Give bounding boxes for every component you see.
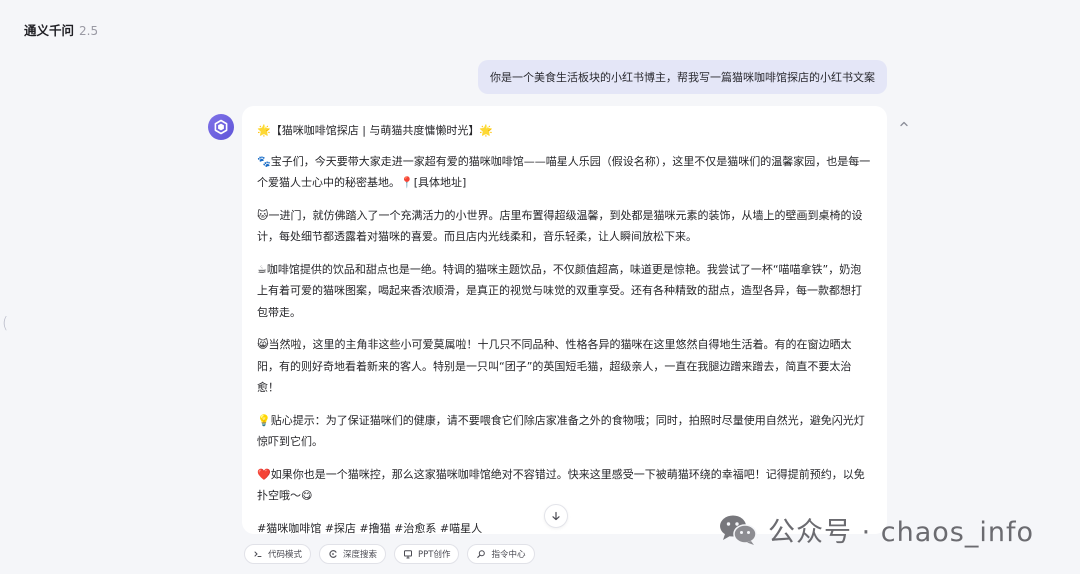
chip-label: 代码模式 [268, 550, 303, 560]
sidebar-handle[interactable]: ( [2, 313, 8, 332]
answer-paragraph: 😸当然啦，这里的主角非这些小可爱莫属啦！十几只不同品种、性格各异的猫咪在这里悠然… [257, 338, 852, 394]
ppt-creation-chip[interactable]: PPT创作 [394, 544, 460, 564]
deep-search-chip[interactable]: 深度搜索 [319, 544, 387, 564]
answer-body: 🌟【猫咪咖啡馆探店 | 与萌猫共度慵懒时光】🌟 🐾宝子们，今天要带大家走进一家超… [257, 120, 871, 534]
ppt-icon [403, 549, 413, 559]
quick-tools-toolbar: 代码模式 深度搜索 PPT创作 指令中心 [244, 544, 535, 564]
watermark: 公众号 · chaos_info [718, 510, 1034, 549]
app-header: 通义千问 2.5 [24, 20, 98, 39]
chip-label: 深度搜索 [343, 550, 378, 560]
wechat-icon [720, 515, 757, 545]
app-version: 2.5 [79, 24, 99, 38]
code-mode-chip[interactable]: 代码模式 [244, 544, 312, 564]
chip-label: PPT创作 [418, 550, 451, 560]
chevron-up-icon [900, 121, 908, 127]
answer-paragraph: ☕咖啡馆提供的饮品和甜点也是一绝。特调的猫咪主题饮品，不仅颜值超高，味道更是惊艳… [257, 262, 862, 319]
collapse-toggle-button[interactable] [896, 116, 912, 132]
qwen-logo-icon [214, 119, 228, 135]
answer-paragraph: 🐱一进门，就仿佛踏入了一个充满活力的小世界。店里布置得超级温馨，到处都是猫咪元素… [257, 208, 863, 244]
assistant-answer-card: 🌟【猫咪咖啡馆探店 | 与萌猫共度慵懒时光】🌟 🐾宝子们，今天要带大家走进一家超… [242, 106, 887, 534]
code-icon [253, 549, 263, 559]
user-message-bubble: 你是一个美食生活板块的小红书博主，帮我写一篇猫咪咖啡馆探店的小红书文案 [478, 60, 887, 94]
scroll-to-bottom-button[interactable] [544, 504, 568, 528]
answer-paragraph: ❤️如果你也是一个猫咪控，那么这家猫咪咖啡馆绝对不容错过。快来这里感受一下被萌猫… [257, 467, 865, 503]
app-name: 通义千问 [24, 23, 75, 38]
watermark-text: 公众号 · chaos_info [768, 517, 1034, 548]
answer-paragraph: 💡贴心提示：为了保证猫咪们的健康，请不要喂食它们除店家准备之外的食物哦；同时，拍… [257, 413, 865, 449]
answer-title: 🌟【猫咪咖啡馆探店 | 与萌猫共度慵懒时光】🌟 [257, 124, 494, 137]
command-icon [476, 549, 486, 559]
search-icon [328, 549, 338, 559]
command-center-chip[interactable]: 指令中心 [467, 544, 535, 564]
answer-paragraph: 🐾宝子们，今天要带大家走进一家超有爱的猫咪咖啡馆——喵星人乐园（假设名称），这里… [257, 154, 871, 190]
assistant-avatar [208, 114, 234, 140]
arrow-down-icon [552, 511, 560, 521]
chip-label: 指令中心 [491, 550, 526, 560]
